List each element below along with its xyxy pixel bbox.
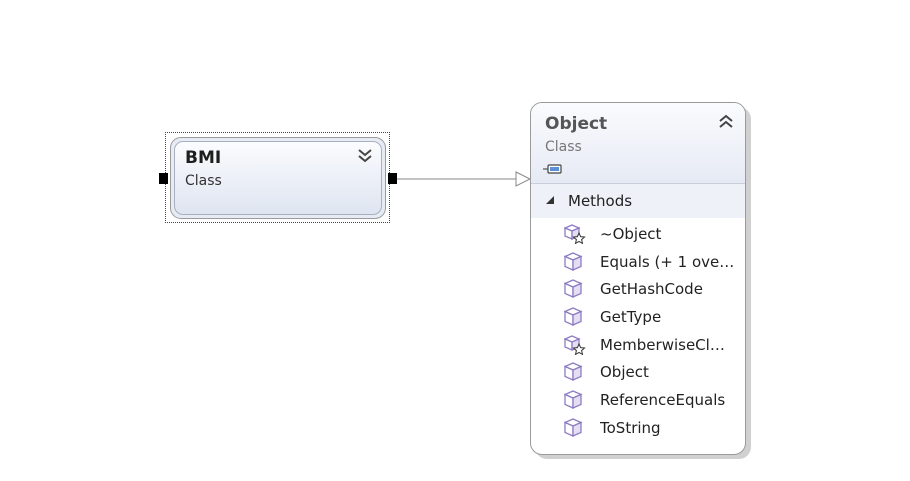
method-label: ReferenceEquals (600, 391, 726, 410)
protected-method-icon (564, 224, 586, 244)
method-label: GetType (600, 308, 662, 327)
method-label: Object (600, 363, 649, 382)
method-item[interactable]: GetType (531, 304, 745, 332)
chevron-double-up-icon[interactable] (717, 112, 735, 130)
method-item[interactable]: Object (531, 359, 745, 387)
method-item[interactable]: ReferenceEquals (531, 387, 745, 415)
public-method-icon (564, 362, 583, 382)
expanded-triangle-icon[interactable] (545, 195, 555, 205)
methods-section-label: Methods (568, 192, 633, 210)
public-method-icon (564, 390, 583, 410)
object-class-header[interactable]: Object Class (531, 103, 745, 184)
method-label: ~Object (600, 225, 662, 243)
method-item[interactable]: ~Object (531, 221, 745, 249)
left-resize-handle[interactable] (159, 173, 168, 184)
object-class-shape[interactable]: Object Class Methods ~Object Equals (+ 1… (530, 102, 746, 455)
public-method-icon (564, 418, 583, 437)
public-method-icon (564, 307, 583, 327)
method-item[interactable]: GetHashCode (531, 276, 745, 304)
protected-method-icon (564, 335, 586, 355)
inheritance-arrowhead (515, 171, 532, 187)
method-label: GetHashCode (600, 280, 703, 299)
bmi-class-name[interactable]: BMI (185, 148, 221, 168)
methods-list: ~Object Equals (+ 1 ove… GetHashCode Get… (531, 221, 745, 443)
method-label: MemberwiseCl… (600, 335, 725, 354)
method-item[interactable]: MemberwiseCl… (531, 332, 745, 360)
right-resize-handle[interactable] (388, 173, 397, 184)
bmi-class-stereotype: Class (185, 173, 222, 189)
methods-section-header[interactable]: Methods (531, 184, 745, 218)
method-label: ToString (600, 418, 661, 437)
object-class-name[interactable]: Object (545, 114, 607, 134)
chevron-double-down-icon[interactable] (356, 147, 374, 165)
public-method-icon (564, 251, 583, 271)
object-class-stereotype: Class (545, 139, 582, 155)
method-item[interactable]: ToString (531, 415, 745, 443)
method-item[interactable]: Equals (+ 1 ove… (531, 249, 745, 277)
class-diagram-canvas[interactable]: BMI Class Object Class Methods ~Object E… (0, 0, 910, 481)
method-label: Equals (+ 1 ove… (600, 252, 735, 271)
inheritance-connector[interactable] (0, 0, 910, 481)
public-method-icon (564, 279, 583, 299)
class-shortcut-icon (543, 164, 562, 174)
